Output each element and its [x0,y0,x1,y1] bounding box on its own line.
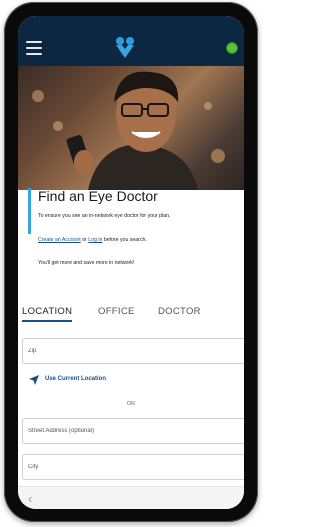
account-links: Create an Account or Log in before you s… [38,237,147,243]
network-note: You'll get more and save more in network… [38,260,135,266]
zip-field[interactable] [22,338,244,364]
hero-image [18,66,244,190]
tab-location[interactable]: LOCATION [22,306,73,322]
chevron-left-icon[interactable]: ‹ [28,491,32,506]
or-word: or [82,237,87,243]
login-link[interactable]: Log in [88,237,102,243]
search-tabs: LOCATION OFFICE DOCTOR [18,306,244,328]
city-input[interactable] [23,455,244,479]
find-subtitle: To ensure you see an in-network eye doct… [38,213,171,219]
street-address-field[interactable] [22,418,244,444]
or-divider: OR [126,401,136,407]
location-arrow-icon [29,375,39,385]
phone-screen: Find an Eye Doctor To ensure you see an … [18,16,244,509]
tab-doctor[interactable]: DOCTOR [158,306,201,317]
city-field[interactable] [22,454,244,480]
browser-nav-bar: ‹ [18,486,244,509]
links-suffix: before you search. [103,237,147,243]
zip-input[interactable] [23,339,244,363]
page-title: Find an Eye Doctor [38,188,158,204]
accent-bar [28,188,31,234]
phone-frame: Find an Eye Doctor To ensure you see an … [4,2,258,522]
heart-logo-icon [116,37,134,58]
create-account-link[interactable]: Create an Account [38,237,81,243]
hero-photo [32,71,225,190]
status-indicator[interactable] [226,42,238,54]
status-bar [18,16,244,30]
street-address-input[interactable] [23,419,244,443]
app-header [18,30,244,66]
hamburger-menu-icon[interactable] [26,41,42,55]
use-location-label: Use Current Location [45,376,107,382]
tab-office[interactable]: OFFICE [98,306,135,317]
